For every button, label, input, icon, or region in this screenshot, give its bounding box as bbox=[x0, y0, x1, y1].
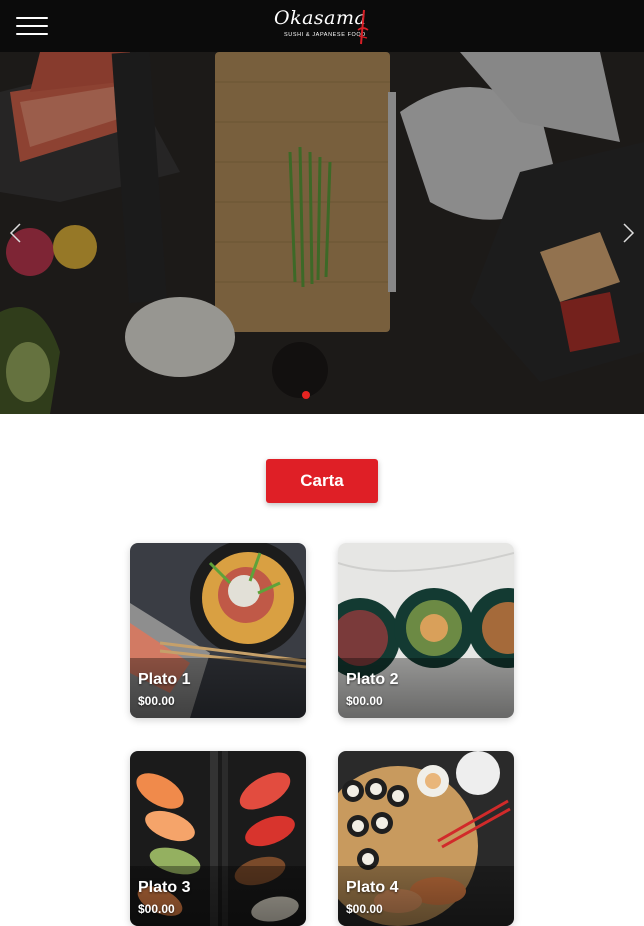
carta-button[interactable]: Carta bbox=[266, 459, 378, 503]
logo-tagline: SUSHI & JAPANESE FOOD bbox=[284, 32, 366, 38]
dish-price: $00.00 bbox=[346, 902, 383, 916]
carousel-indicator-dot[interactable] bbox=[302, 391, 310, 399]
chevron-left-icon[interactable] bbox=[7, 222, 27, 244]
dish-price: $00.00 bbox=[346, 694, 383, 708]
dish-name: Plato 1 bbox=[138, 671, 191, 688]
dish-price: $00.00 bbox=[138, 902, 175, 916]
hero-overlay bbox=[0, 52, 644, 414]
dish-name: Plato 3 bbox=[138, 879, 191, 896]
hero-carousel bbox=[0, 52, 644, 414]
dish-card[interactable]: Plato 1 $00.00 bbox=[130, 543, 306, 718]
chevron-right-icon[interactable] bbox=[617, 222, 637, 244]
dish-card[interactable]: Plato 2 $00.00 bbox=[338, 543, 514, 718]
dish-price: $00.00 bbox=[138, 694, 175, 708]
hamburger-menu-icon[interactable] bbox=[16, 14, 48, 38]
logo-chopstick-icon bbox=[357, 9, 369, 45]
logo-wordmark: Okasama bbox=[274, 7, 367, 29]
dish-name: Plato 4 bbox=[346, 879, 399, 896]
dish-card[interactable]: Plato 3 $00.00 bbox=[130, 751, 306, 926]
top-bar: Okasama SUSHI & JAPANESE FOOD bbox=[0, 0, 644, 52]
dish-name: Plato 2 bbox=[346, 671, 399, 688]
okasama-logo[interactable]: Okasama SUSHI & JAPANESE FOOD bbox=[272, 6, 372, 46]
dish-card[interactable]: Plato 4 $00.00 bbox=[338, 751, 514, 926]
